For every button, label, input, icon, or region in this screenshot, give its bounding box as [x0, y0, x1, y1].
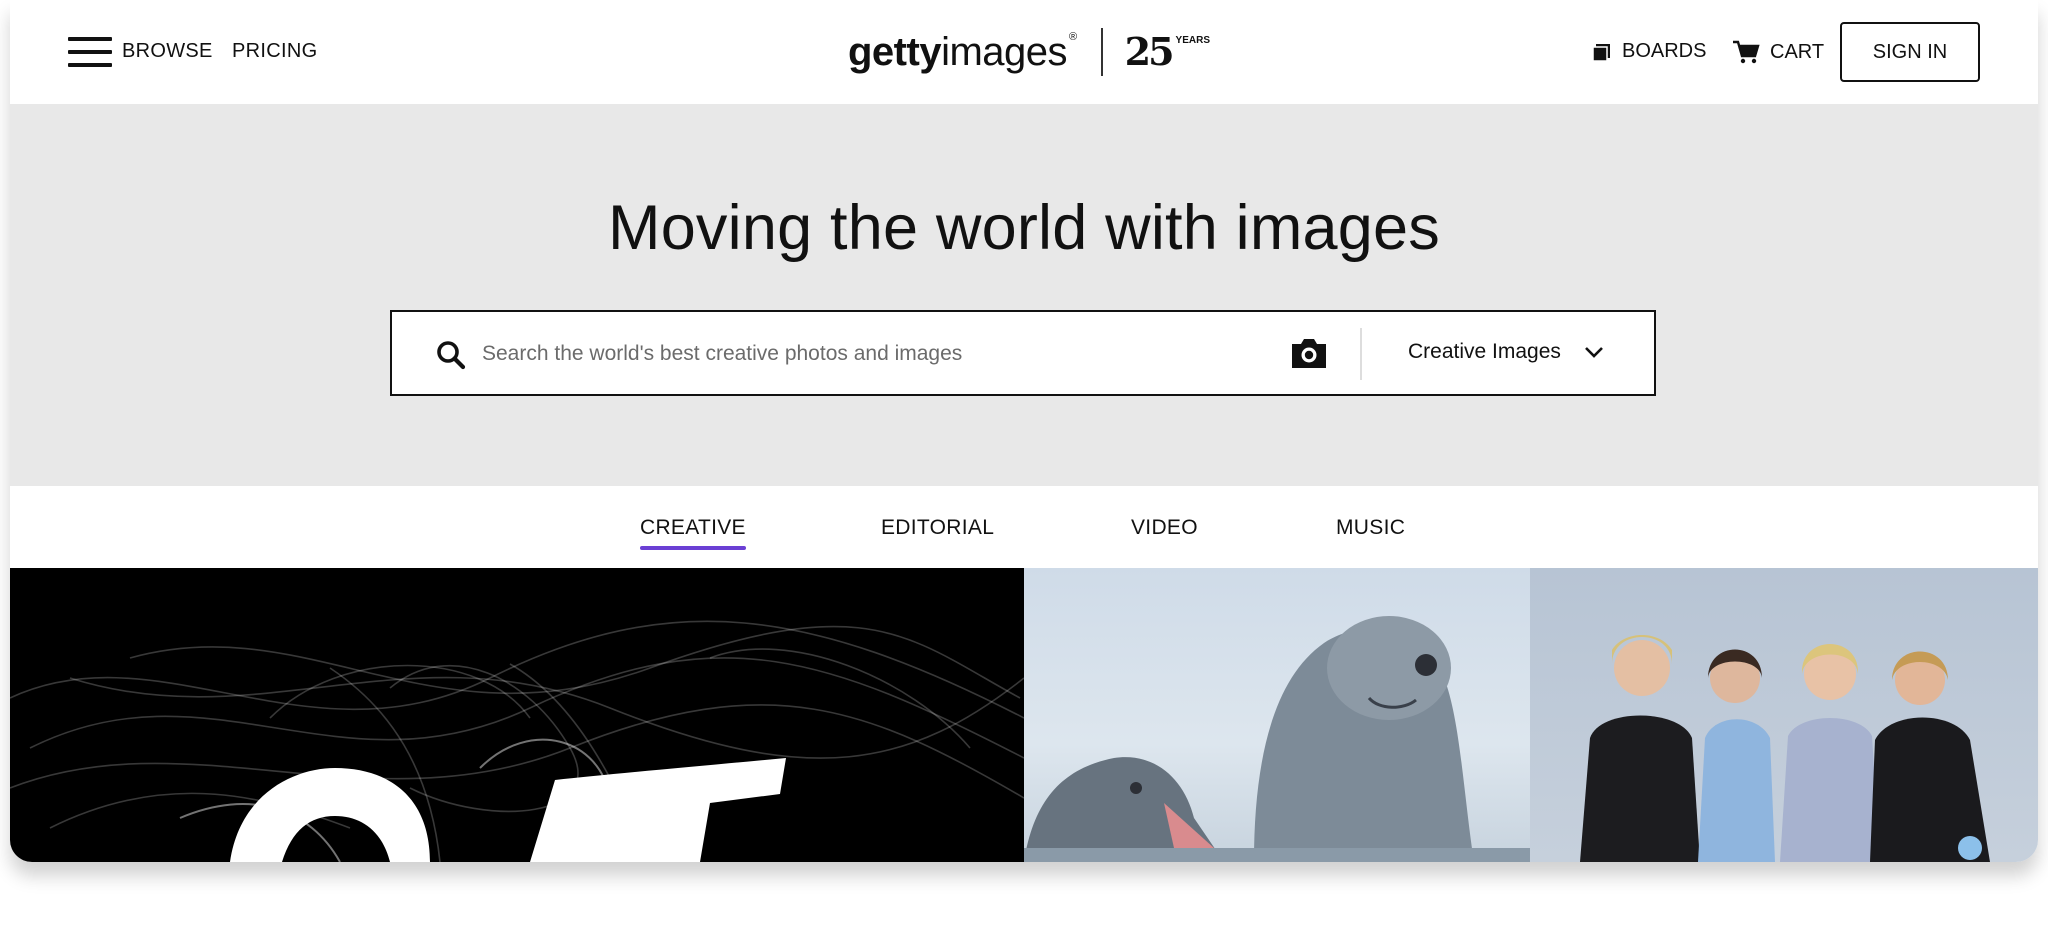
app-frame: BROWSE PRICING gettyimages ® 25 YEARS BOA… — [10, 0, 2038, 862]
boards-label: BOARDS — [1622, 40, 1707, 62]
boards-link[interactable]: BOARDS — [1592, 40, 1706, 63]
logo-divider — [1100, 28, 1103, 76]
search-icon[interactable] — [436, 340, 466, 370]
boards-icon — [1592, 43, 1610, 62]
pricing-link[interactable]: PRICING — [232, 40, 317, 63]
browse-link[interactable]: BROWSE — [122, 40, 213, 63]
search-bar: Creative Images — [390, 310, 1656, 396]
sign-in-button[interactable]: SIGN IN — [1840, 22, 1980, 82]
seals-photo-tile[interactable] — [1024, 568, 1530, 862]
light-trails-graphic — [10, 620, 1024, 862]
page-headline: Moving the world with images — [608, 193, 1440, 263]
search-input[interactable] — [482, 332, 1282, 376]
tab-video[interactable]: VIDEO — [1131, 516, 1198, 540]
women-portrait-tile[interactable] — [1530, 568, 2038, 862]
women-portrait-photo — [1580, 635, 1990, 862]
seals-photo — [1024, 616, 1530, 862]
anniversary-badge: 25 YEARS — [1124, 29, 1210, 74]
logo-wordmark: gettyimages ® — [848, 30, 1077, 74]
search-divider — [1360, 328, 1362, 380]
menu-icon[interactable] — [68, 37, 112, 67]
search-scope-dropdown[interactable]: Creative Images — [1408, 340, 1605, 364]
anniversary-artwork-tile[interactable] — [10, 568, 1024, 862]
search-scope-label: Creative Images — [1408, 340, 1561, 363]
cart-icon — [1733, 40, 1760, 64]
content-type-tabs: CREATIVE EDITORIAL VIDEO MUSIC — [10, 486, 2038, 568]
chevron-down-icon — [1584, 347, 1603, 358]
top-header: BROWSE PRICING gettyimages ® 25 YEARS BOA… — [10, 0, 2038, 104]
hero-section: Moving the world with images Creative Im… — [10, 104, 2038, 486]
getty-images-logo[interactable]: gettyimages ® 25 YEARS — [848, 22, 1210, 82]
tab-creative[interactable]: CREATIVE — [640, 516, 746, 550]
tab-editorial[interactable]: EDITORIAL — [881, 516, 994, 540]
camera-icon[interactable] — [1290, 336, 1328, 370]
tab-music[interactable]: MUSIC — [1336, 516, 1405, 540]
cart-label: CART — [1770, 40, 1825, 63]
cart-link[interactable]: CART — [1732, 40, 1824, 64]
